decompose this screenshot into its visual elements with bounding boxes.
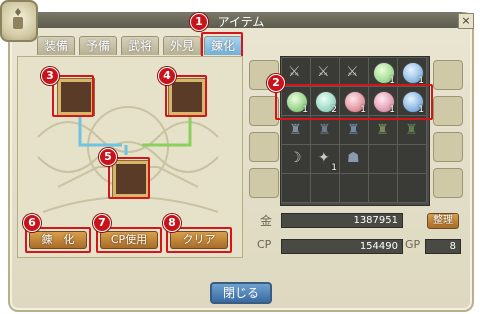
item-count: 1	[331, 163, 337, 173]
inventory-grid: ⚔ ⚔ ⚔ 1 1 1 2 1 1 1 ♜ ♜ ♜ ♜ ♜ ☽ ✦ 1 ☗	[280, 56, 430, 206]
inventory-slot[interactable]	[339, 173, 369, 203]
armor-icon: ♜	[318, 122, 331, 138]
inventory-slot[interactable]	[281, 173, 311, 203]
tab-equipment[interactable]: 装備	[37, 36, 75, 55]
armor-icon: ♜	[405, 122, 418, 138]
inventory-slot[interactable]	[397, 144, 427, 174]
gp-value: 8	[425, 239, 461, 254]
shuriken-icon: ✦	[318, 150, 330, 166]
sword-icon: ⚔	[288, 64, 301, 80]
inventory-slot[interactable]: ☗	[339, 144, 369, 174]
badge-7: 7	[93, 214, 111, 232]
badge-8: 8	[163, 214, 181, 232]
emblem-icon	[0, 0, 38, 42]
category-tent-icon[interactable]	[249, 168, 279, 198]
tab-general[interactable]: 武将	[121, 36, 159, 55]
badge-3: 3	[41, 67, 59, 85]
armor-icon: ♜	[376, 122, 389, 138]
title-bar[interactable]: アイテム	[18, 12, 464, 29]
gp-label: GP	[405, 238, 421, 251]
sword-icon: ⚔	[346, 64, 359, 80]
sword-icon: ⚔	[317, 64, 330, 80]
badge-4: 4	[158, 67, 176, 85]
badge-5: 5	[99, 148, 117, 166]
badge-6: 6	[23, 214, 41, 232]
inventory-slot[interactable]: ⚔	[281, 57, 311, 87]
tab-appearance[interactable]: 外見	[163, 36, 201, 55]
cp-label: CP	[257, 238, 272, 251]
gold-value: 1387951	[281, 213, 403, 228]
inventory-slot[interactable]	[397, 173, 427, 203]
inventory-slot[interactable]: ☽	[281, 144, 311, 174]
inventory-slot[interactable]: 1	[397, 57, 427, 87]
badge-1: 1	[190, 13, 208, 31]
armor-icon: ♜	[289, 122, 302, 138]
gold-label: 金	[260, 214, 273, 228]
close-window-button[interactable]: 閉じる	[210, 282, 272, 304]
inventory-slot[interactable]	[368, 144, 398, 174]
highlight-slot-left	[52, 75, 94, 117]
blade-icon: ☽	[289, 150, 302, 166]
highlight-inventory-row	[275, 84, 433, 120]
category-potion-icon[interactable]	[433, 96, 463, 126]
tab-spare[interactable]: 予備	[79, 36, 117, 55]
inventory-slot[interactable]	[310, 173, 340, 203]
highlight-tab-refine	[201, 32, 243, 58]
category-house-icon[interactable]	[433, 168, 463, 198]
helmet-icon: ☗	[347, 150, 360, 166]
category-box-icon[interactable]	[433, 60, 463, 90]
category-scroll-icon[interactable]	[433, 132, 463, 162]
badge-2: 2	[267, 74, 285, 92]
close-button[interactable]: ×	[458, 13, 474, 29]
sort-button[interactable]: 整理	[427, 213, 459, 229]
inventory-slot[interactable]: ⚔	[339, 57, 369, 87]
cp-value: 154490	[281, 239, 403, 254]
category-character-icon[interactable]	[249, 132, 279, 162]
item-window: アイテム × 装備 予備 武将 外見 錬化 1 3 4 5 錬 化 CP使用 ク…	[0, 0, 480, 314]
currency-panel: 金 1387951 整理 CP 154490 GP 8	[245, 207, 464, 257]
inventory-slot[interactable]: 1	[368, 57, 398, 87]
inventory-slot[interactable]	[368, 173, 398, 203]
armor-icon: ♜	[347, 122, 360, 138]
inventory-slot[interactable]: ✦ 1	[310, 144, 340, 174]
window-title: アイテム	[217, 15, 265, 29]
inventory-slot[interactable]: ⚔	[310, 57, 340, 87]
